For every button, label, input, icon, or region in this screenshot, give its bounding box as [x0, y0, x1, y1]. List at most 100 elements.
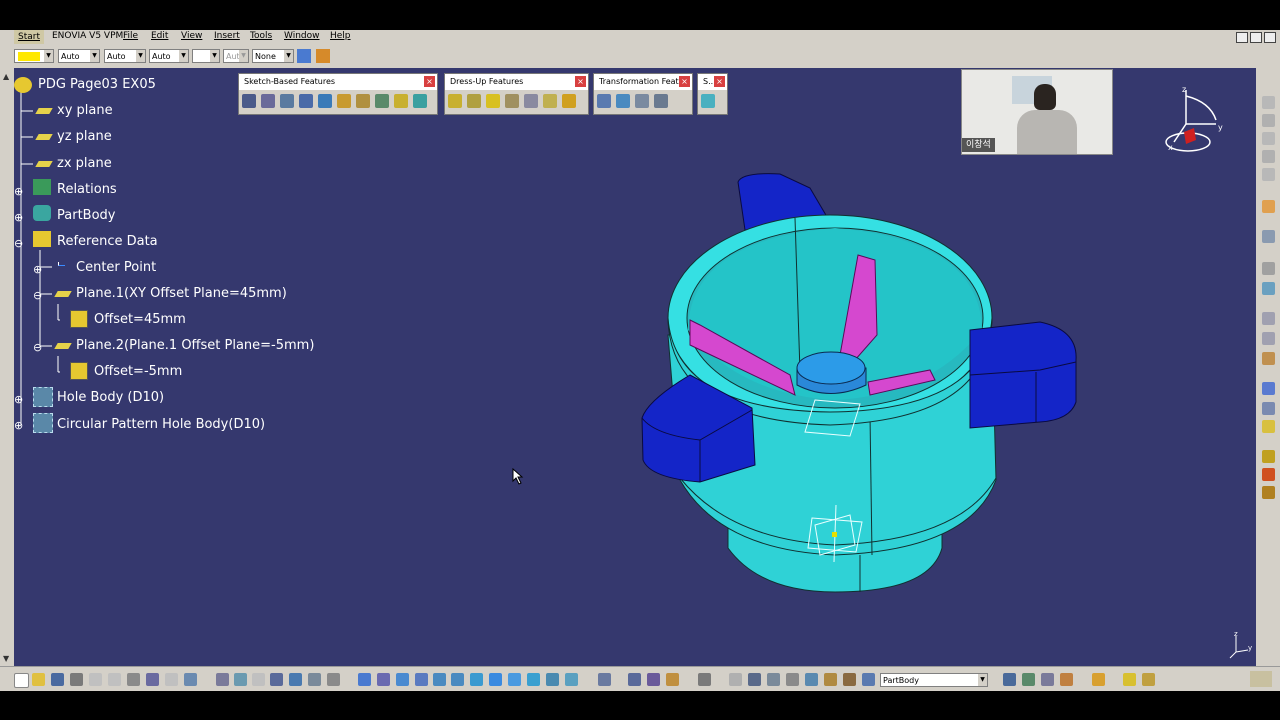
update-icon[interactable]	[598, 673, 611, 686]
assemble-icon[interactable]	[1003, 673, 1016, 686]
zoom-out-icon[interactable]	[451, 673, 464, 686]
law-icon[interactable]	[252, 673, 265, 686]
current-body-combo[interactable]: PartBody ▼	[880, 673, 988, 687]
point-style-combo[interactable]: ▼	[192, 49, 220, 63]
collapse-icon[interactable]: ⊖	[33, 341, 42, 354]
stop-icon[interactable]	[767, 673, 780, 686]
view-icon[interactable]	[1262, 96, 1275, 109]
menu-window[interactable]: Window	[284, 31, 320, 41]
expand-icon[interactable]: ⊕	[14, 393, 23, 406]
menu-edit[interactable]: Edit	[151, 31, 168, 41]
remove-loft-icon[interactable]	[413, 94, 427, 108]
tree-item-reference-data[interactable]: Reference Data	[57, 234, 158, 249]
start-menu[interactable]: Start	[14, 30, 44, 44]
catalog-icon[interactable]	[289, 673, 302, 686]
view-icon[interactable]	[1262, 132, 1275, 145]
print-icon[interactable]	[70, 673, 83, 686]
expand-icon[interactable]: ⊕	[14, 211, 23, 224]
camera-icon[interactable]	[698, 673, 711, 686]
line-tool-icon[interactable]	[1262, 402, 1275, 415]
slot-icon[interactable]	[356, 94, 370, 108]
fillet-icon[interactable]	[448, 94, 462, 108]
tree-item-offset-45[interactable]: Offset=45mm	[94, 312, 186, 327]
instantiate-icon[interactable]	[805, 673, 818, 686]
shading-icon[interactable]	[527, 673, 540, 686]
close-icon[interactable]: ×	[575, 76, 586, 87]
tree-item-xy-plane[interactable]: xy plane	[57, 103, 113, 118]
sketch-tool-icon[interactable]	[628, 673, 641, 686]
close-icon[interactable]	[1264, 32, 1276, 43]
shell-icon[interactable]	[505, 94, 519, 108]
expand-icon[interactable]: ⊕	[14, 185, 23, 198]
painter-icon[interactable]	[297, 49, 311, 63]
thickness-icon[interactable]	[524, 94, 538, 108]
insert-body-icon[interactable]	[1262, 486, 1275, 499]
mirror-icon[interactable]	[616, 94, 630, 108]
line-type-combo[interactable]: Auto ▼	[58, 49, 100, 63]
dimension-icon[interactable]	[786, 673, 799, 686]
axis-system-icon[interactable]	[666, 673, 679, 686]
plane-tool-icon[interactable]	[1262, 420, 1275, 433]
iso-view-icon[interactable]	[489, 673, 502, 686]
tree-item-circular-pattern[interactable]: Circular Pattern Hole Body(D10)	[57, 417, 265, 432]
tree-item-zx-plane[interactable]: zx plane	[57, 156, 112, 171]
sketch-icon[interactable]	[1262, 230, 1275, 243]
tree-item-plane-1[interactable]: Plane.1(XY Offset Plane=45mm)	[76, 286, 287, 301]
tree-item-hole-body[interactable]: Hole Body (D10)	[57, 390, 164, 405]
loft-icon[interactable]	[394, 94, 408, 108]
knowledge-icon[interactable]	[234, 673, 247, 686]
normal-view-icon[interactable]	[470, 673, 483, 686]
copy-icon[interactable]	[108, 673, 121, 686]
dress-up-features-toolbar[interactable]: Dress-Up Features ×	[444, 73, 589, 115]
apply-material-icon[interactable]	[308, 673, 321, 686]
line-color-combo[interactable]: Auto ▼	[149, 49, 189, 63]
tree-item-partbody[interactable]: PartBody	[57, 208, 115, 223]
pad-icon[interactable]	[242, 94, 256, 108]
table-icon[interactable]	[270, 673, 283, 686]
tree-item-offset-minus-5[interactable]: Offset=-5mm	[94, 364, 182, 379]
multi-view-icon[interactable]	[508, 673, 521, 686]
surface-toolbar[interactable]: S... ×	[697, 73, 728, 115]
analysis-icon[interactable]	[1262, 282, 1275, 295]
point-tool-icon[interactable]	[1262, 382, 1275, 395]
scan-icon[interactable]	[748, 673, 761, 686]
define-work-object-icon[interactable]	[647, 673, 660, 686]
expand-icon[interactable]: ⊕	[14, 419, 23, 432]
pattern-icon[interactable]	[635, 94, 649, 108]
view-icon[interactable]	[1262, 150, 1275, 163]
cut-icon[interactable]	[89, 673, 102, 686]
menu-enovia[interactable]: ENOVIA V5 VPM	[52, 31, 123, 41]
fit-all-icon[interactable]	[377, 673, 390, 686]
relations-graph-icon[interactable]	[1142, 673, 1155, 686]
add-icon[interactable]	[1022, 673, 1035, 686]
reorder-icon[interactable]	[729, 673, 742, 686]
transformation-features-toolbar[interactable]: Transformation Feat... ×	[593, 73, 693, 115]
select-icon[interactable]	[1262, 200, 1275, 213]
restore-icon[interactable]	[1250, 32, 1262, 43]
layer-combo[interactable]: None ▼	[252, 49, 294, 63]
minimize-icon[interactable]	[1236, 32, 1248, 43]
translation-icon[interactable]	[597, 94, 611, 108]
compass[interactable]: z y x	[1162, 84, 1228, 156]
menu-tools[interactable]: Tools	[250, 31, 272, 41]
shaft-icon[interactable]	[280, 94, 294, 108]
user-feature-icon[interactable]	[843, 673, 856, 686]
thread-icon[interactable]	[543, 94, 557, 108]
groove-icon[interactable]	[299, 94, 313, 108]
constraint-icon[interactable]	[1262, 262, 1275, 275]
rotate-icon[interactable]	[415, 673, 428, 686]
sketch-based-features-toolbar[interactable]: Sketch-Based Features ×	[238, 73, 438, 115]
zoom-in-icon[interactable]	[433, 673, 446, 686]
fill-color-combo[interactable]: ▼	[14, 49, 54, 63]
chamfer-icon[interactable]	[467, 94, 481, 108]
formula-icon[interactable]	[216, 673, 229, 686]
tree-item-relations[interactable]: Relations	[57, 182, 117, 197]
power-copy-icon[interactable]	[824, 673, 837, 686]
menu-file[interactable]: File	[123, 31, 138, 41]
hole-icon[interactable]	[318, 94, 332, 108]
stiffener-icon[interactable]	[375, 94, 389, 108]
pocket-icon[interactable]	[261, 94, 275, 108]
close-icon[interactable]: ×	[679, 76, 690, 87]
draft-icon[interactable]	[486, 94, 500, 108]
abc-icon[interactable]	[1262, 312, 1275, 325]
